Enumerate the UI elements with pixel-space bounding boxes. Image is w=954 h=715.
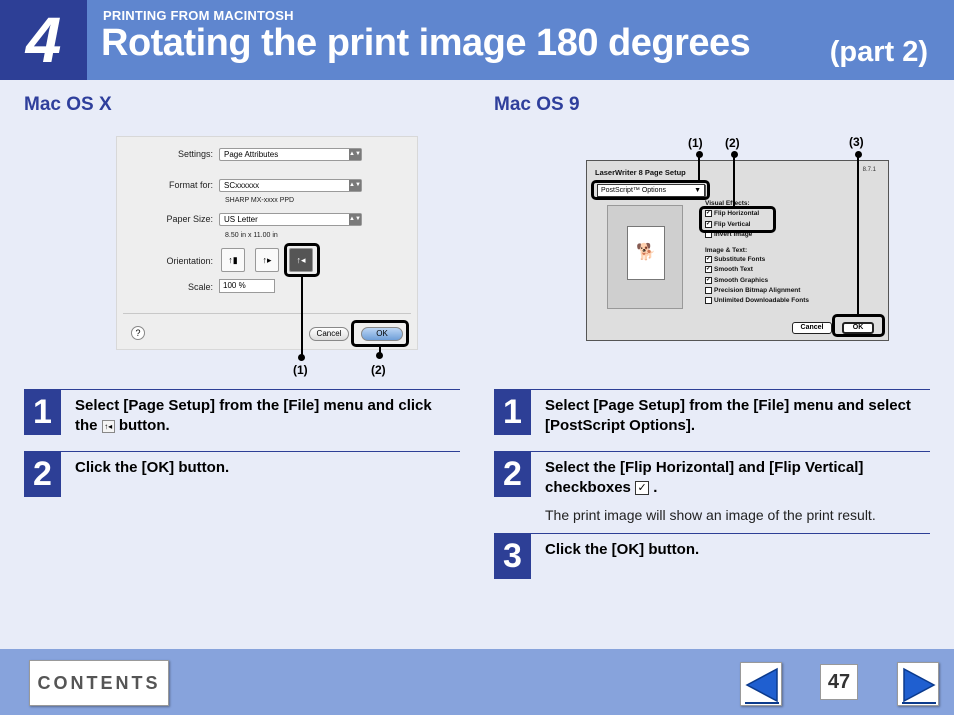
scale-label: Scale: [187,282,213,292]
popup-arrows-icon: ▲▼ [349,149,361,160]
preview-page-dog-icon: 🐕 [627,226,665,280]
os9-callout-line-3 [857,154,859,314]
settings-value: Page Attributes [224,150,279,159]
os9-dialog-title: LaserWriter 8 Page Setup [595,168,686,177]
checkbox-unchecked-icon [705,297,712,304]
settings-popup[interactable]: Page Attributes ▲▼ [219,148,362,161]
os9-callout-label-3: (3) [849,135,864,149]
checkbox-label: Unlimited Downloadable Fonts [714,297,809,305]
os9-callout-label-2: (2) [725,136,740,150]
step-text-before: Select the [Flip Horizontal] and [Flip V… [545,459,864,496]
help-button[interactable]: ? [131,326,145,340]
smooth-text-checkbox[interactable]: ✓ Smooth Text [705,266,753,273]
page-header: 4 PRINTING FROM MACINTOSH Rotating the p… [0,0,954,80]
step-text: Select [Page Setup] from the [File] menu… [545,397,911,434]
step-number: 1 [494,390,531,435]
callout-dot-2 [376,352,383,359]
os9-version: 8.7.1 [862,167,876,173]
step-text: Click the [OK] button. [545,541,700,558]
os9-step-3: 3 Click the [OK] button. [494,533,930,579]
left-arrow-icon [745,667,779,704]
step-text-after: . [653,479,658,496]
format-value: SCxxxxxx [224,181,260,190]
callout-highlight-orientation [284,243,320,277]
callout-highlight-ok [351,320,409,347]
reverse-landscape-orientation-icon: ↑◂ [101,419,115,433]
checkbox-checked-icon: ✓ [705,256,712,263]
step-number: 1 [24,390,61,435]
format-label: Format for: [168,180,213,190]
os9-callout-line-2 [733,154,735,207]
step-note: The print image will show an image of th… [545,507,876,523]
checkbox-label: Smooth Text [714,266,753,274]
checkbox-checked-icon: ✓ [705,266,712,273]
dialog-divider [123,313,411,314]
os9-cancel-button[interactable]: Cancel [792,322,832,334]
next-page-button[interactable] [897,662,939,706]
popup-arrows-icon: ▲▼ [349,180,361,191]
contents-button[interactable]: CONTENTS [29,660,169,706]
osx-step-2: 2 Click the [OK] button. [24,451,460,497]
os9-callout-line-1 [698,154,700,181]
paper-size-sub: 8.50 in x 11.00 in [225,232,278,239]
os9-step-1: 1 Select [Page Setup] from the [File] me… [494,389,930,435]
unlimited-fonts-checkbox[interactable]: Unlimited Downloadable Fonts [705,297,809,304]
callout-line-1 [301,277,303,357]
callout-label-2: (2) [371,363,386,377]
page-title: Rotating the print image 180 degrees [101,22,751,64]
checkbox-label: Substitute Fonts [714,256,766,264]
step-text: Select the [Flip Horizontal] and [Flip V… [545,458,920,498]
step-number: 2 [24,452,61,497]
osx-cancel-button[interactable]: Cancel [309,327,349,341]
checkbox-checked-icon: ✓ [635,481,650,496]
chapter-number: 4 [25,4,62,76]
step-number: 2 [494,452,531,497]
paper-size-popup[interactable]: US Letter ▲▼ [219,213,362,226]
os9-highlight-popup [591,180,710,200]
settings-label: Settings: [177,149,213,159]
mac-os-x-heading: Mac OS X [24,94,112,115]
callout-dot-1 [298,354,305,361]
orientation-label: Orientation: [166,256,213,266]
orientation-landscape-button[interactable]: ↑▸ [255,248,279,272]
mac-os-9-heading: Mac OS 9 [494,94,580,115]
os9-highlight-ok [832,314,885,337]
chapter-badge: 4 [0,0,87,80]
checkbox-label: Smooth Graphics [714,277,769,285]
checkbox-label: Precision Bitmap Alignment [714,287,801,295]
osx-step-1: 1 Select [Page Setup] from the [File] me… [24,389,460,435]
format-popup[interactable]: SCxxxxxx ▲▼ [219,179,362,192]
right-arrow-icon [902,667,936,704]
paper-size-label: Paper Size: [166,214,213,224]
orientation-portrait-button[interactable]: ↑▮ [221,248,245,272]
print-preview: 🐕 [607,205,683,309]
section-label: PRINTING FROM MACINTOSH [103,8,294,23]
step-text-after: button. [118,417,170,434]
step-text: Click the [OK] button. [75,459,230,476]
smooth-graphics-checkbox[interactable]: ✓ Smooth Graphics [705,277,768,284]
checkbox-checked-icon: ✓ [705,277,712,284]
callout-label-1: (1) [293,363,308,377]
page-number: 47 [820,664,858,700]
popup-arrows-icon: ▲▼ [349,214,361,225]
format-sub: SHARP MX-xxxx PPD [225,197,295,204]
os9-callout-label-1: (1) [688,136,703,150]
osx-page-setup-dialog: Settings: Page Attributes ▲▼ Format for:… [116,136,418,350]
image-text-label: Image & Text: [705,247,748,254]
checkbox-unchecked-icon [705,287,712,294]
paper-size-value: US Letter [224,215,258,224]
previous-page-button[interactable] [740,662,782,706]
substitute-fonts-checkbox[interactable]: ✓ Substitute Fonts [705,256,765,263]
part-label: (part 2) [829,36,928,68]
step-number: 3 [494,534,531,579]
os9-highlight-flip-checkboxes [699,206,776,233]
scale-input[interactable]: 100 % [219,279,275,293]
step-text: Select [Page Setup] from the [File] menu… [75,396,455,436]
precision-bitmap-checkbox[interactable]: Precision Bitmap Alignment [705,287,800,294]
os9-step-2: 2 Select the [Flip Horizontal] and [Flip… [494,451,930,531]
